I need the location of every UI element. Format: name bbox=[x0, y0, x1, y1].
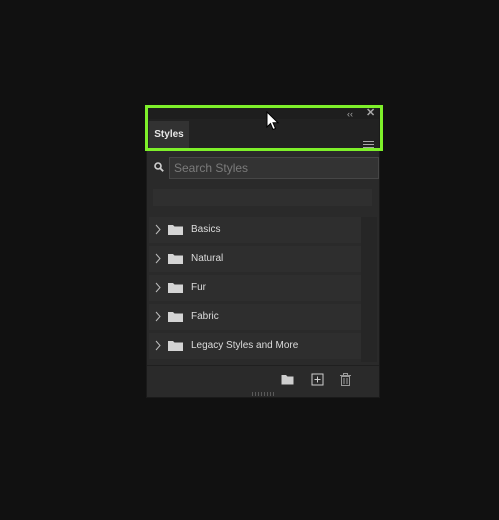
list-item-label: Legacy Styles and More bbox=[191, 340, 299, 351]
new-style-icon[interactable] bbox=[311, 373, 324, 386]
folder-icon bbox=[168, 254, 183, 264]
list-item-label: Fabric bbox=[191, 311, 219, 322]
panel-tab-row: Styles bbox=[147, 119, 379, 153]
panel-footer bbox=[147, 365, 379, 393]
list-item-legacy-styles[interactable]: Legacy Styles and More bbox=[149, 333, 361, 359]
list-item-fabric[interactable]: Fabric bbox=[149, 304, 361, 330]
new-group-icon[interactable] bbox=[281, 373, 294, 386]
styles-panel: ‹‹ ✕ Styles Basics bbox=[147, 107, 379, 397]
collapse-icon[interactable]: ‹‹ bbox=[347, 109, 353, 119]
list-item-label: Fur bbox=[191, 282, 206, 293]
style-group-list: Basics Natural Fur Fabric Legacy Styles … bbox=[149, 217, 361, 362]
chevron-right-icon[interactable] bbox=[155, 282, 161, 293]
folder-icon bbox=[168, 283, 183, 293]
search-icon bbox=[154, 162, 164, 172]
tab-styles[interactable]: Styles bbox=[149, 121, 189, 148]
list-item-fur[interactable]: Fur bbox=[149, 275, 361, 301]
panel-menu-icon[interactable] bbox=[363, 141, 374, 153]
style-preview-strip bbox=[153, 189, 372, 206]
chevron-right-icon[interactable] bbox=[155, 224, 161, 235]
resize-grip[interactable] bbox=[252, 392, 274, 396]
folder-icon bbox=[168, 341, 183, 351]
trash-icon[interactable] bbox=[339, 373, 352, 386]
close-icon[interactable]: ✕ bbox=[366, 108, 375, 119]
chevron-right-icon[interactable] bbox=[155, 311, 161, 322]
panel-title-bar[interactable]: ‹‹ ✕ bbox=[147, 107, 379, 119]
list-item-natural[interactable]: Natural bbox=[149, 246, 361, 272]
folder-icon bbox=[168, 225, 183, 235]
list-item-label: Natural bbox=[191, 253, 224, 264]
chevron-right-icon[interactable] bbox=[155, 340, 161, 351]
list-item-label: Basics bbox=[191, 224, 221, 235]
search-row bbox=[153, 157, 379, 179]
scrollbar[interactable] bbox=[361, 217, 377, 362]
mouse-cursor-icon bbox=[266, 111, 280, 131]
list-item-basics[interactable]: Basics bbox=[149, 217, 361, 243]
folder-icon bbox=[168, 312, 183, 322]
chevron-right-icon[interactable] bbox=[155, 253, 161, 264]
search-input[interactable] bbox=[169, 157, 379, 179]
